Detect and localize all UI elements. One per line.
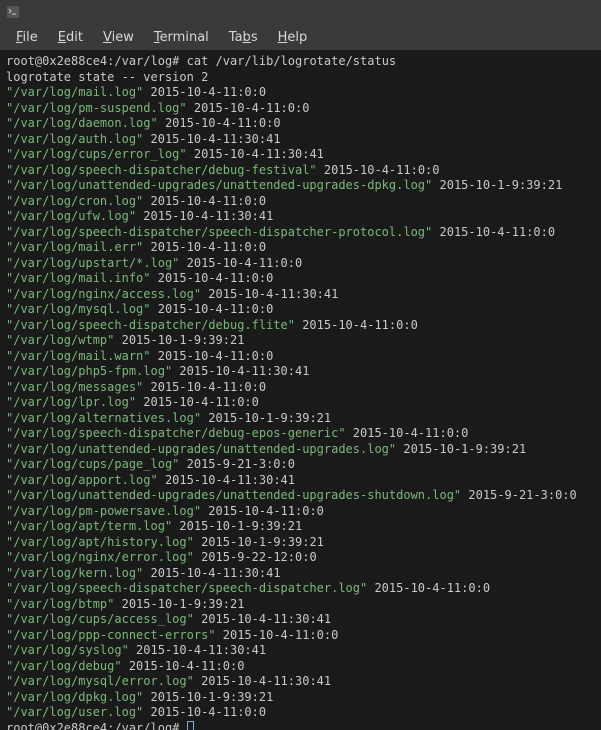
shell-prompt-line: root@0x2e88ce4:/var/log# cat /var/lib/lo… xyxy=(6,54,595,70)
log-entry: "/var/log/mail.warn" 2015-10-4-11:0:0 xyxy=(6,349,595,365)
log-entry: "/var/log/mysql.log" 2015-10-4-11:0:0 xyxy=(6,302,595,318)
menu-edit[interactable]: Edit xyxy=(50,27,91,48)
log-entry: "/var/log/mail.log" 2015-10-4-11:0:0 xyxy=(6,85,595,101)
log-entry: "/var/log/speech-dispatcher/debug-epos-g… xyxy=(6,426,595,442)
log-entry: "/var/log/unattended-upgrades/unattended… xyxy=(6,178,595,194)
menu-help[interactable]: Help xyxy=(270,27,316,48)
log-entry: "/var/log/cups/error_log" 2015-10-4-11:3… xyxy=(6,147,595,163)
log-entry: "/var/log/cron.log" 2015-10-4-11:0:0 xyxy=(6,194,595,210)
terminal-icon xyxy=(6,5,20,19)
log-entry: "/var/log/speech-dispatcher/speech-dispa… xyxy=(6,581,595,597)
log-entry: "/var/log/cups/page_log" 2015-9-21-3:0:0 xyxy=(6,457,595,473)
log-entry: "/var/log/speech-dispatcher/speech-dispa… xyxy=(6,225,595,241)
log-entry: "/var/log/daemon.log" 2015-10-4-11:0:0 xyxy=(6,116,595,132)
log-entry: "/var/log/mysql/error.log" 2015-10-4-11:… xyxy=(6,674,595,690)
log-entry: "/var/log/pm-powersave.log" 2015-10-4-11… xyxy=(6,504,595,520)
menubar: File Edit View Terminal Tabs Help xyxy=(0,24,601,50)
log-entry: "/var/log/apt/term.log" 2015-10-1-9:39:2… xyxy=(6,519,595,535)
log-entry: "/var/log/debug" 2015-10-4-11:0:0 xyxy=(6,659,595,675)
log-entry: "/var/log/speech-dispatcher/debug-festiv… xyxy=(6,163,595,179)
log-entry: "/var/log/ufw.log" 2015-10-4-11:30:41 xyxy=(6,209,595,225)
menu-terminal[interactable]: Terminal xyxy=(146,27,217,48)
log-entry: "/var/log/php5-fpm.log" 2015-10-4-11:30:… xyxy=(6,364,595,380)
menu-file[interactable]: File xyxy=(8,27,46,48)
log-entry: "/var/log/cups/access_log" 2015-10-4-11:… xyxy=(6,612,595,628)
log-entry: "/var/log/speech-dispatcher/debug.flite"… xyxy=(6,318,595,334)
log-entry: "/var/log/unattended-upgrades/unattended… xyxy=(6,442,595,458)
logrotate-state-header: logrotate state -- version 2 xyxy=(6,70,595,86)
log-entry: "/var/log/messages" 2015-10-4-11:0:0 xyxy=(6,380,595,396)
log-entry: "/var/log/unattended-upgrades/unattended… xyxy=(6,488,595,504)
log-entry: "/var/log/nginx/error.log" 2015-9-22-12:… xyxy=(6,550,595,566)
log-entry: "/var/log/syslog" 2015-10-4-11:30:41 xyxy=(6,643,595,659)
log-entry: "/var/log/apport.log" 2015-10-4-11:30:41 xyxy=(6,473,595,489)
log-entry: "/var/log/auth.log" 2015-10-4-11:30:41 xyxy=(6,132,595,148)
log-entry: "/var/log/kern.log" 2015-10-4-11:30:41 xyxy=(6,566,595,582)
log-entry: "/var/log/alternatives.log" 2015-10-1-9:… xyxy=(6,411,595,427)
log-entry: "/var/log/mail.err" 2015-10-4-11:0:0 xyxy=(6,240,595,256)
log-entry: "/var/log/pm-suspend.log" 2015-10-4-11:0… xyxy=(6,101,595,117)
log-entry: "/var/log/btmp" 2015-10-1-9:39:21 xyxy=(6,597,595,613)
log-entry: "/var/log/apt/history.log" 2015-10-1-9:3… xyxy=(6,535,595,551)
menu-tabs[interactable]: Tabs xyxy=(221,27,266,48)
log-entry: "/var/log/nginx/access.log" 2015-10-4-11… xyxy=(6,287,595,303)
log-entry: "/var/log/dpkg.log" 2015-10-1-9:39:21 xyxy=(6,690,595,706)
log-entry: "/var/log/lpr.log" 2015-10-4-11:0:0 xyxy=(6,395,595,411)
terminal-area[interactable]: root@0x2e88ce4:/var/log# cat /var/lib/lo… xyxy=(0,50,601,730)
log-entry: "/var/log/upstart/*.log" 2015-10-4-11:0:… xyxy=(6,256,595,272)
cursor xyxy=(187,721,194,730)
log-entry: "/var/log/user.log" 2015-10-4-11:0:0 xyxy=(6,705,595,721)
log-entry: "/var/log/mail.info" 2015-10-4-11:0:0 xyxy=(6,271,595,287)
titlebar xyxy=(0,0,601,24)
shell-prompt-line: root@0x2e88ce4:/var/log# xyxy=(6,721,595,730)
log-entry: "/var/log/wtmp" 2015-10-1-9:39:21 xyxy=(6,333,595,349)
menu-view[interactable]: View xyxy=(95,27,142,48)
log-entry: "/var/log/ppp-connect-errors" 2015-10-4-… xyxy=(6,628,595,644)
